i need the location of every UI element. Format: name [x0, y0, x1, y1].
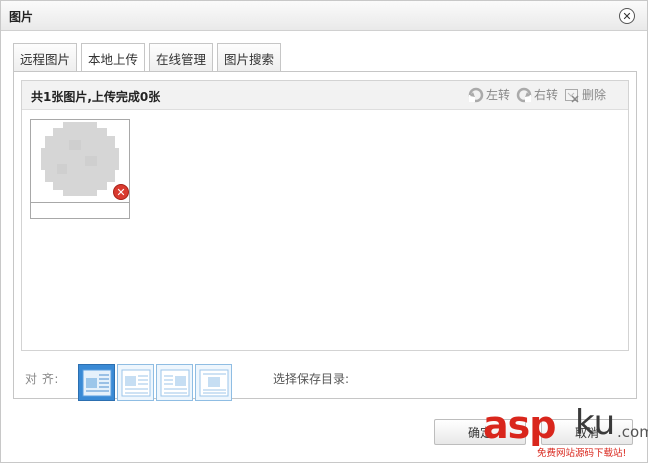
tab-remote-image[interactable]: 远程图片	[13, 43, 78, 72]
image-placeholder-icon	[41, 122, 119, 196]
close-icon[interactable]: ✕	[619, 8, 635, 24]
align-none-option[interactable]	[78, 364, 115, 401]
dialog-title: 图片	[9, 10, 34, 24]
rotate-left-button[interactable]: 左转	[468, 86, 510, 103]
upload-header: 共1张图片,上传完成0张 左转 右转 删除	[22, 81, 628, 110]
align-none-icon	[82, 369, 112, 397]
upload-area: 共1张图片,上传完成0张 左转 右转 删除 ✕	[21, 80, 629, 351]
confirm-button[interactable]: 确定	[434, 419, 526, 445]
rotate-left-label: 左转	[485, 88, 510, 102]
align-left-icon	[121, 369, 151, 397]
tab-online-manage[interactable]: 在线管理	[149, 43, 214, 72]
align-label: 对 齐:	[25, 372, 59, 386]
tab-local-upload[interactable]: 本地上传	[81, 43, 146, 73]
watermark-tagline: 免费网站源码下载站!	[537, 448, 627, 459]
rotate-right-label: 右转	[533, 88, 558, 102]
align-right-icon	[160, 369, 190, 397]
delete-label: 删除	[581, 88, 606, 102]
tab-label: 图片搜索	[224, 51, 275, 67]
upload-status: 共1张图片,上传完成0张	[31, 90, 161, 104]
rotate-right-icon	[516, 87, 532, 102]
image-actions: 左转 右转 删除	[468, 86, 606, 103]
remove-image-icon[interactable]: ✕	[113, 184, 129, 200]
align-options	[78, 364, 232, 401]
delete-button[interactable]: 删除	[564, 86, 606, 103]
align-row: 对 齐: 选择保存目录:	[25, 364, 625, 401]
align-right-option[interactable]	[156, 364, 193, 401]
thumbnail-caption-bar	[31, 202, 129, 203]
rotate-left-icon	[468, 87, 484, 102]
tab-label: 远程图片	[20, 51, 71, 67]
align-left-option[interactable]	[117, 364, 154, 401]
rotate-right-button[interactable]: 右转	[516, 86, 558, 103]
delete-image-icon	[564, 88, 579, 103]
align-center-option[interactable]	[195, 364, 232, 401]
align-center-icon	[199, 369, 229, 397]
cancel-button[interactable]: 取消	[541, 419, 633, 445]
tab-label: 本地上传	[88, 52, 139, 67]
title-bar: 图片 ✕	[1, 1, 647, 31]
tab-panel: 共1张图片,上传完成0张 左转 右转 删除 ✕ 对 齐: 选择保存目录:	[13, 71, 637, 401]
save-directory-label: 选择保存目录:	[273, 372, 350, 386]
tab-bar: 远程图片 本地上传 在线管理 图片搜索	[13, 43, 285, 73]
tab-image-search[interactable]: 图片搜索	[217, 43, 282, 72]
tab-label: 在线管理	[156, 51, 207, 67]
image-dialog: 图片 ✕ 远程图片 本地上传 在线管理 图片搜索 共1张图片,上传完成0张 左转	[0, 0, 648, 463]
image-thumbnail[interactable]: ✕	[30, 119, 130, 219]
